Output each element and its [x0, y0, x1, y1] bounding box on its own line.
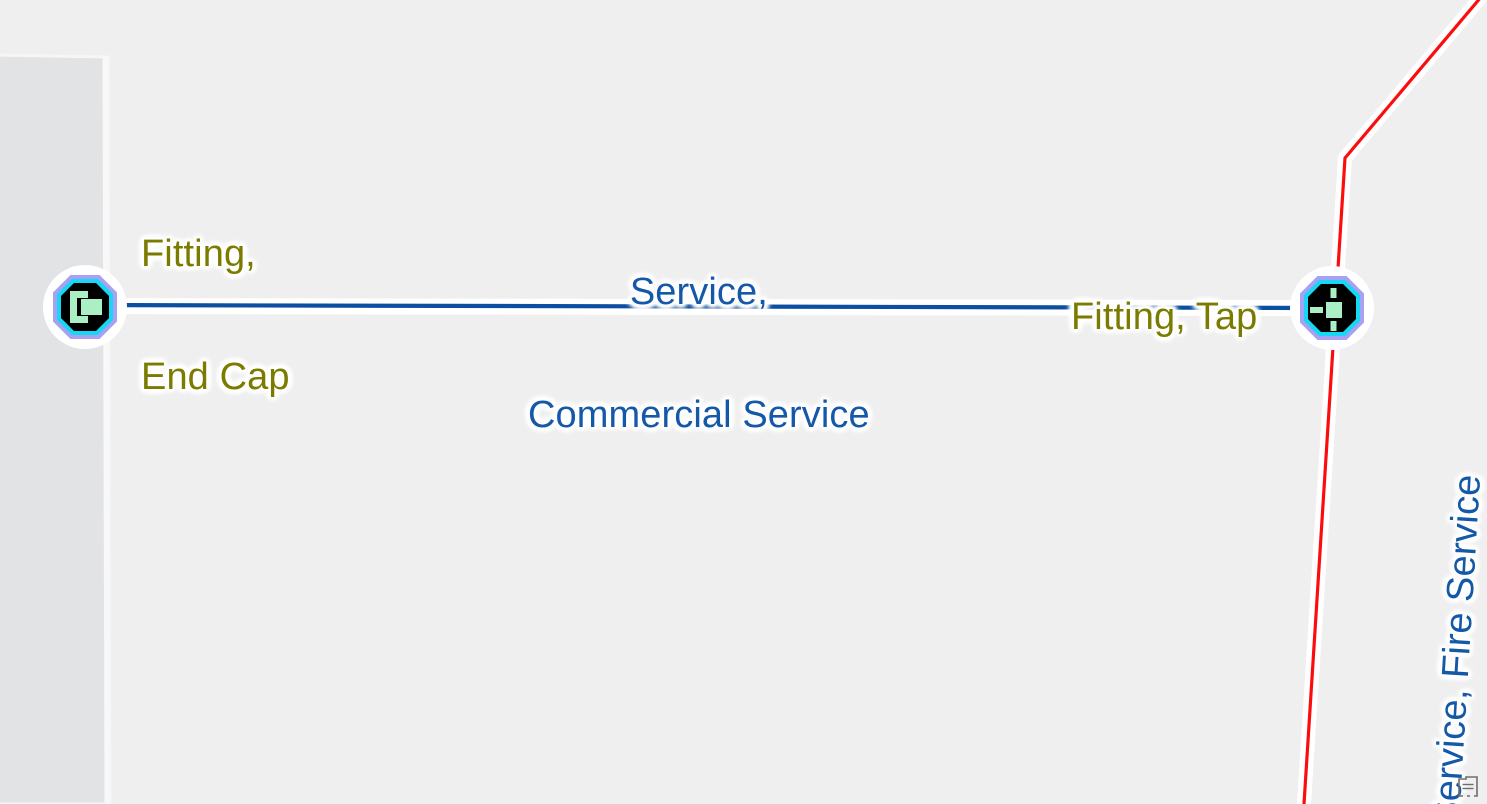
parcel-polygon — [0, 53, 112, 804]
label-line-2: End Cap — [141, 356, 290, 399]
legend-icon[interactable] — [1455, 774, 1481, 798]
parcel-polygon-shape — [0, 53, 112, 804]
label-line-1: Fitting, Tap — [1071, 296, 1258, 339]
end-cap-fitting-icon[interactable] — [50, 272, 120, 342]
label-line-1: Fitting, — [141, 233, 256, 276]
parcel-edge-highlight — [102, 56, 110, 804]
icon-glyph-tap-center — [1326, 302, 1342, 318]
tap-fitting-icon[interactable] — [1297, 273, 1367, 343]
label-service-commercial-service[interactable]: Service, Commercial Service — [528, 190, 870, 518]
map-canvas[interactable]: Fitting, End Cap Service, Commercial Ser… — [0, 0, 1487, 804]
legend-icon-outline — [1458, 776, 1478, 797]
label-line-1: Service, — [629, 271, 768, 314]
legend-icon-notch-right — [1470, 793, 1474, 797]
icon-glyph-tap-bottom — [1330, 321, 1337, 331]
fitting-tap-node[interactable] — [1290, 266, 1374, 350]
icon-glyph-tap-left — [1310, 307, 1323, 313]
icon-glyph-tap-top — [1330, 288, 1337, 298]
fitting-end-cap-node[interactable] — [43, 265, 127, 349]
legend-icon-notch-left — [1463, 793, 1467, 797]
label-fitting-end-cap[interactable]: Fitting, End Cap — [141, 152, 290, 480]
label-service-fire-service[interactable]: Service, Fire Service — [1343, 435, 1487, 804]
label-line-1: Service, Fire Service — [1425, 473, 1487, 804]
label-fitting-tap[interactable]: Fitting, Tap — [1071, 215, 1257, 420]
legend-icon-glyph — [1458, 776, 1478, 797]
label-line-2: Commercial Service — [528, 394, 870, 437]
icon-glyph-cap-block — [81, 299, 102, 315]
